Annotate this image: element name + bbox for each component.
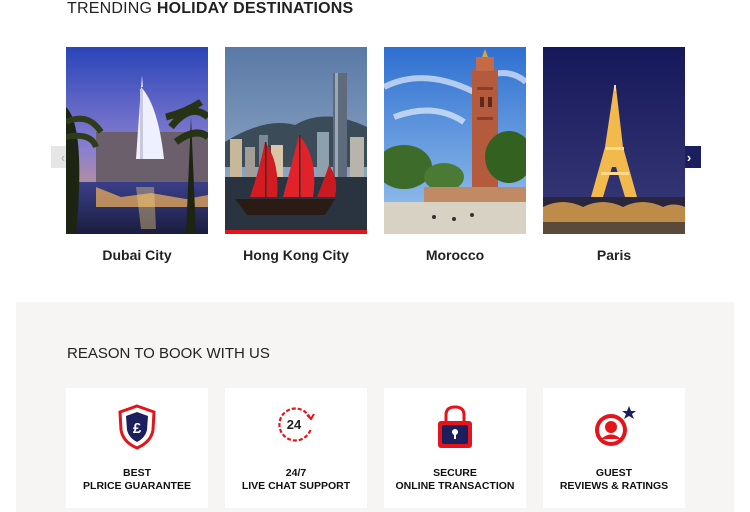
- reasons-title-main: BOOK WITH US: [158, 345, 270, 362]
- reason-label: BEST PLRICE GUARANTEE: [66, 467, 208, 492]
- destination-card-morocco[interactable]: [384, 47, 526, 234]
- reason-label: 24/7 LIVE CHAT SUPPORT: [225, 467, 367, 492]
- guest-rating-icon: [595, 406, 636, 446]
- pound-shield-icon: £: [118, 404, 156, 450]
- destination-card-dubai[interactable]: [66, 47, 208, 234]
- reason-label-line1: GUEST: [595, 467, 633, 479]
- reason-label-line1: BEST: [122, 467, 151, 479]
- heading-bold-text: HOLIDAY DESTINATIONS: [156, 0, 354, 17]
- reason-label: GUEST REVIEWS & RATINGS: [543, 467, 685, 492]
- section-heading-reasons: REASON TO BOOK WITH US: [67, 345, 270, 362]
- reason-card-reviews: GUEST REVIEWS & RATINGS: [543, 388, 685, 508]
- chevron-right-icon: ›: [686, 149, 692, 165]
- padlock-icon: [438, 405, 472, 448]
- reason-label-line2: ONLINE TRANSACTION: [395, 479, 515, 492]
- paris-image: [543, 47, 685, 234]
- 24-hour-support-icon: 24: [278, 407, 315, 442]
- pound-symbol: £: [133, 420, 142, 437]
- reason-card-secure: SECURE ONLINE TRANSACTION: [384, 388, 526, 508]
- reason-label-line1: 24/7: [285, 467, 307, 479]
- reason-label-line2: LIVE CHAT SUPPORT: [241, 479, 351, 492]
- destination-name[interactable]: Morocco: [384, 247, 526, 263]
- reason-card-best-price: £ BEST PLRICE GUARANTEE: [66, 388, 208, 508]
- chevron-left-icon: ‹: [60, 149, 66, 165]
- reason-label: SECURE ONLINE TRANSACTION: [384, 467, 526, 492]
- reason-label-line2: PLRICE GUARANTEE: [83, 479, 191, 492]
- destination-card-paris[interactable]: [543, 47, 685, 234]
- reason-card-support: 24 24/7 LIVE CHAT SUPPORT: [225, 388, 367, 508]
- destination-card-hong-kong[interactable]: [225, 47, 367, 234]
- reason-label-line2: REVIEWS & RATINGS: [559, 479, 669, 492]
- section-heading-trending: TRENDING HOLIDAY DESTINATIONS: [67, 0, 353, 18]
- destination-name[interactable]: Paris: [543, 247, 685, 263]
- destination-name[interactable]: Hong Kong City: [225, 247, 367, 263]
- 24-symbol: 24: [287, 417, 302, 432]
- morocco-image: [384, 47, 526, 234]
- reasons-title-light: REASON TO: [67, 345, 159, 362]
- reason-label-line1: SECURE: [433, 467, 477, 479]
- hong-kong-image: [225, 47, 367, 230]
- destination-name[interactable]: Dubai City: [66, 247, 208, 263]
- heading-light-text: TRENDING: [67, 0, 157, 17]
- dubai-image: [66, 47, 208, 234]
